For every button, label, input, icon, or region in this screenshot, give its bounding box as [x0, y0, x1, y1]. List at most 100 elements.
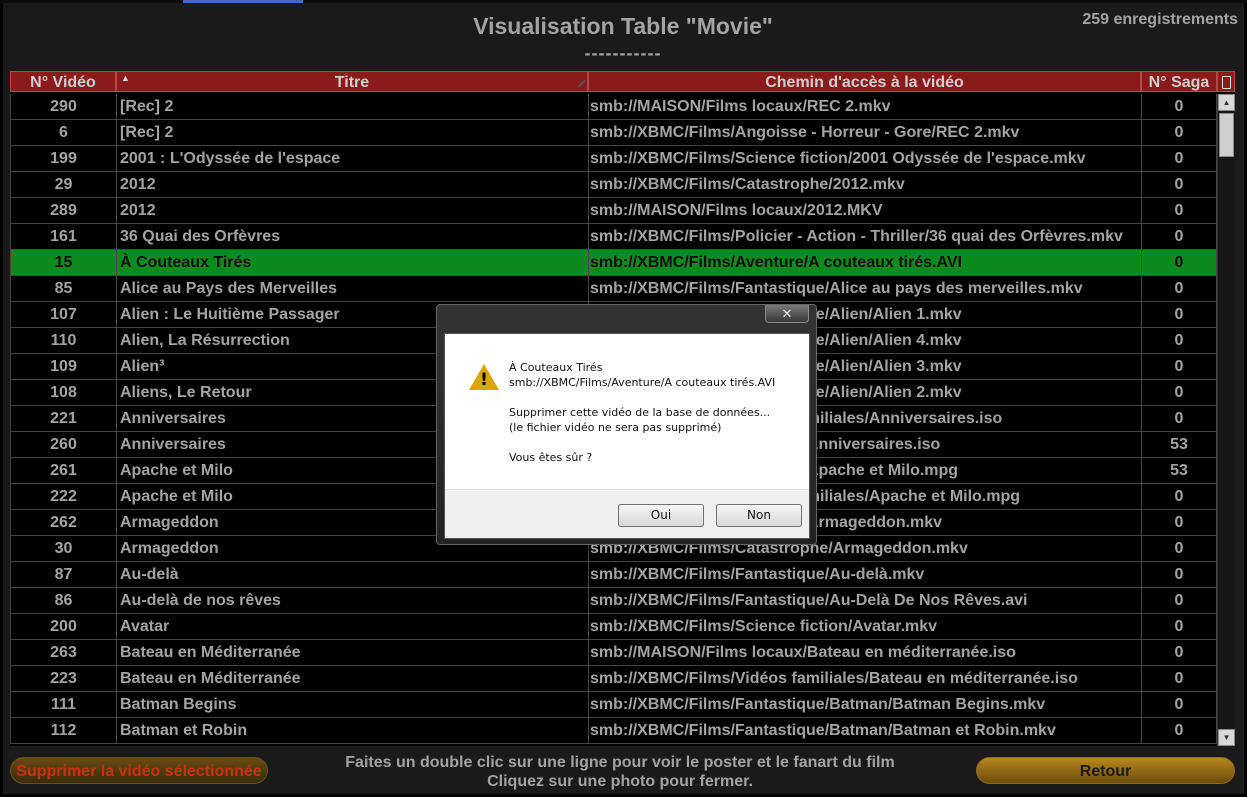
- path-cell: smb://XBMC/Films/Fantastique/Au-delà.mkv: [588, 562, 1141, 587]
- table-row[interactable]: 223 Bateau en Méditerranée smb://XBMC/Film…: [10, 666, 1217, 692]
- video-number-cell: 161: [10, 224, 116, 249]
- column-header-path[interactable]: Chemin d'accès à la vidéo: [588, 71, 1141, 92]
- column-header-video-number[interactable]: N° Vidéo: [10, 71, 116, 92]
- table-row[interactable]: 161 36 Quai des Orfèvres smb://XBMC/Films/…: [10, 224, 1217, 250]
- column-header-label: N° Saga: [1148, 74, 1210, 91]
- video-number-cell: 6: [10, 120, 116, 145]
- saga-cell: 0: [1141, 718, 1217, 743]
- saga-cell: 53: [1141, 432, 1217, 457]
- dialog-movie-path: smb://XBMC/Films/Aventure/A couteaux tir…: [509, 376, 776, 389]
- title-cell: À Couteaux Tirés: [116, 250, 588, 275]
- column-header-label: Chemin d'accès à la vidéo: [765, 74, 964, 91]
- dialog-confirm-prompt: Vous êtes sûr ?: [509, 451, 593, 464]
- saga-cell: 0: [1141, 250, 1217, 275]
- back-button[interactable]: Retour: [976, 757, 1235, 784]
- saga-cell: 0: [1141, 224, 1217, 249]
- saga-cell: 0: [1141, 666, 1217, 691]
- title-cell: 2012: [116, 198, 588, 223]
- column-header-title[interactable]: ▲ Titre: [116, 71, 588, 92]
- table-row[interactable]: 6 [Rec] 2 smb://XBMC/Films/Angoisse - Horr…: [10, 120, 1217, 146]
- title-cell: 2001 : L'Odyssée de l'espace: [116, 146, 588, 171]
- path-cell: smb://XBMC/Films/Fantastique/Au-Delà De …: [588, 588, 1141, 613]
- dialog-note: (le fichier vidéo ne sera pas supprimé): [509, 421, 722, 434]
- yes-button[interactable]: Oui: [618, 504, 704, 527]
- vertical-scrollbar[interactable]: ▲ ▼: [1217, 94, 1235, 746]
- path-cell: smb://XBMC/Films/Fantastique/Batman/Batm…: [588, 692, 1141, 717]
- delete-selected-video-button[interactable]: Supprimer la vidéo sélectionnée: [10, 757, 268, 784]
- column-chooser-button[interactable]: [1217, 71, 1235, 92]
- scroll-up-button[interactable]: ▲: [1218, 94, 1235, 111]
- title-cell: Avatar: [116, 614, 588, 639]
- table-row[interactable]: 112 Batman et Robin smb://XBMC/Films/Fanta…: [10, 718, 1217, 744]
- table-row[interactable]: 290 [Rec] 2 smb://MAISON/Films locaux/REC …: [10, 94, 1217, 120]
- path-cell: smb://XBMC/Films/Vidéos familiales/Batea…: [588, 666, 1141, 691]
- title-cell: Bateau en Méditerranée: [116, 666, 588, 691]
- column-header-label: Titre: [334, 74, 370, 91]
- video-number-cell: 107: [10, 302, 116, 327]
- scrollbar-thumb[interactable]: [1219, 113, 1234, 157]
- saga-cell: 0: [1141, 614, 1217, 639]
- path-cell: smb://XBMC/Films/Fantastique/Alice au pa…: [588, 276, 1141, 301]
- path-cell: smb://XBMC/Films/Fantastique/Batman/Batm…: [588, 718, 1141, 743]
- table-row[interactable]: 199 2001 : L'Odyssée de l'espace smb://XBM…: [10, 146, 1217, 172]
- title-underline: -----------: [584, 43, 662, 63]
- table-row[interactable]: 29 2012 smb://XBMC/Films/Catastrophe/2012.…: [10, 172, 1217, 198]
- saga-cell: 0: [1141, 276, 1217, 301]
- video-number-cell: 262: [10, 510, 116, 535]
- title-cell: [Rec] 2: [116, 94, 588, 119]
- dialog-close-button[interactable]: ✕: [765, 305, 809, 323]
- path-cell: smb://XBMC/Films/Catastrophe/2012.mkv: [588, 172, 1141, 197]
- video-number-cell: 261: [10, 458, 116, 483]
- title-cell: Au-delà: [116, 562, 588, 587]
- confirm-delete-dialog: ✕ ! À Couteaux Tirés smb://XBMC/Films/Av…: [436, 304, 817, 545]
- video-number-cell: 223: [10, 666, 116, 691]
- column-filter-icon[interactable]: [571, 73, 586, 88]
- title-cell: Batman Begins: [116, 692, 588, 717]
- sort-ascending-icon: ▲: [121, 73, 130, 83]
- hint-click-photo: Cliquez sur une photo pour fermer.: [487, 773, 753, 790]
- title-cell: 36 Quai des Orfèvres: [116, 224, 588, 249]
- column-header-saga[interactable]: N° Saga: [1141, 71, 1217, 92]
- title-cell: Alice au Pays des Merveilles: [116, 276, 588, 301]
- saga-cell: 0: [1141, 146, 1217, 171]
- saga-cell: 0: [1141, 302, 1217, 327]
- table-row[interactable]: 87 Au-delà smb://XBMC/Films/Fantastique/Au…: [10, 562, 1217, 588]
- saga-cell: 0: [1141, 588, 1217, 613]
- video-number-cell: 85: [10, 276, 116, 301]
- video-number-cell: 200: [10, 614, 116, 639]
- table-row[interactable]: 86 Au-delà de nos rêves smb://XBMC/Films/F…: [10, 588, 1217, 614]
- dialog-question: Supprimer cette vidéo de la base de donn…: [509, 406, 771, 419]
- video-number-cell: 86: [10, 588, 116, 613]
- video-number-cell: 111: [10, 692, 116, 717]
- title-cell: Au-delà de nos rêves: [116, 588, 588, 613]
- table-header: N° Vidéo ▲ Titre Chemin d'accès à la vidé…: [10, 71, 1235, 94]
- hint-double-click: Faites un double clic sur une ligne pour…: [345, 754, 895, 771]
- saga-cell: 0: [1141, 562, 1217, 587]
- dialog-movie-title: À Couteaux Tirés: [509, 361, 603, 374]
- video-number-cell: 110: [10, 328, 116, 353]
- scroll-down-button[interactable]: ▼: [1218, 729, 1235, 746]
- table-row[interactable]: 263 Bateau en Méditerranée smb://MAISON/Fi…: [10, 640, 1217, 666]
- table-row[interactable]: 15 À Couteaux Tirés smb://XBMC/Films/Avent…: [10, 250, 1217, 276]
- video-number-cell: 108: [10, 380, 116, 405]
- table-row[interactable]: 111 Batman Begins smb://XBMC/Films/Fantast…: [10, 692, 1217, 718]
- video-number-cell: 30: [10, 536, 116, 561]
- path-cell: smb://MAISON/Films locaux/2012.MKV: [588, 198, 1141, 223]
- saga-cell: 0: [1141, 172, 1217, 197]
- warning-icon-mark: !: [480, 370, 488, 390]
- saga-cell: 0: [1141, 536, 1217, 561]
- saga-cell: 0: [1141, 198, 1217, 223]
- video-number-cell: 221: [10, 406, 116, 431]
- table-row[interactable]: 85 Alice au Pays des Merveilles smb://XBMC…: [10, 276, 1217, 302]
- path-cell: smb://XBMC/Films/Science fiction/Avatar.…: [588, 614, 1141, 639]
- table-row[interactable]: 289 2012 smb://MAISON/Films locaux/2012.MK…: [10, 198, 1217, 224]
- video-number-cell: 263: [10, 640, 116, 665]
- table-row[interactable]: 200 Avatar smb://XBMC/Films/Science fictio…: [10, 614, 1217, 640]
- path-cell: smb://XBMC/Films/Policier - Action - Thr…: [588, 224, 1141, 249]
- path-cell: smb://MAISON/Films locaux/REC 2.mkv: [588, 94, 1141, 119]
- video-number-cell: 15: [10, 250, 116, 275]
- path-cell: smb://XBMC/Films/Science fiction/2001 Od…: [588, 146, 1141, 171]
- no-button[interactable]: Non: [716, 504, 802, 527]
- saga-cell: 53: [1141, 458, 1217, 483]
- column-chooser-icon: [1222, 76, 1231, 89]
